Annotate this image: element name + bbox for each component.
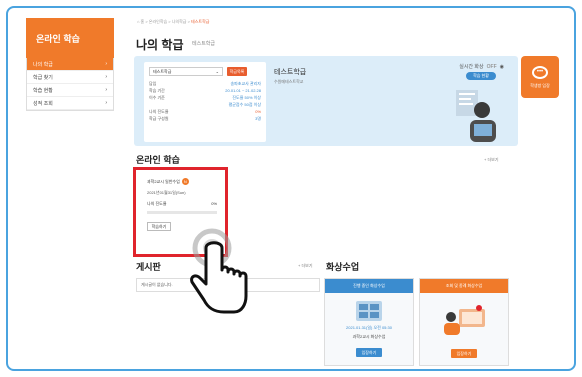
student-room-button[interactable]: ••• 학생방 입장 — [521, 56, 559, 98]
online-learning-title: 온라인 학습 — [136, 155, 180, 165]
plus-icon: + — [484, 157, 487, 162]
sidebar-item-find-class[interactable]: 학급 찾기 › — [27, 71, 113, 84]
toggle-off-icon: ◉ — [499, 63, 504, 70]
breadcrumb-item[interactable]: 온라인학습 — [149, 19, 167, 24]
sidebar-menu: 나의 학급 › 학급 찾기 › 학습 현황 › 성적 조회 › — [26, 58, 114, 111]
plus-icon: + — [298, 263, 301, 268]
video-teacher-illustration — [444, 305, 485, 335]
info-row: 평균점수 50점 이상 — [149, 101, 261, 108]
page-subtitle: 테스트학급 — [192, 41, 216, 47]
progress-label: 나의 진도율 — [147, 201, 167, 206]
info-value: 송파초교사 관리자 — [230, 80, 261, 86]
sidebar-item-progress[interactable]: 학습 현황 › — [27, 84, 113, 97]
learning-status-button[interactable]: 학습 현황 — [466, 72, 496, 80]
info-key: 학급 구성원 — [149, 115, 169, 121]
breadcrumb-home[interactable]: ⌂ 홈 — [137, 19, 144, 24]
realtime-toggle[interactable]: 실시간 화상 OFF ◉ — [459, 63, 504, 71]
school-name: 수원메테스트학교 — [274, 79, 304, 84]
ongoing-video-card: 진행 중인 화상수업 2021.01.31(일) 오전 05:30 과학2교시 … — [324, 278, 414, 366]
info-row: 담임 송파초교사 관리자 — [149, 80, 261, 87]
board-more-link[interactable]: + 더보기 — [298, 263, 313, 269]
page-title: 나의 학급 — [136, 38, 184, 52]
realtime-label: 실시간 화상 — [459, 64, 484, 70]
info-row: 학습 기간 20.01.01 ~ 21.02.28 — [149, 87, 261, 94]
teacher-illustration — [456, 90, 496, 142]
chat-icon: ••• — [532, 65, 548, 79]
course-title-text: 과학2교시 일반수업 — [147, 178, 180, 184]
info-key: 학습 기간 — [149, 87, 165, 93]
sidebar-item-label: 학급 찾기 — [33, 74, 53, 81]
chevron-right-icon: › — [105, 87, 107, 93]
progress-bar — [147, 211, 217, 214]
sidebar-item-label: 나의 학급 — [33, 61, 53, 68]
sidebar-title: 온라인 학습 — [26, 18, 114, 58]
online-more-link[interactable]: + 더보기 — [484, 157, 499, 163]
pointer-hand-icon — [190, 228, 248, 314]
video-grid-icon — [356, 301, 382, 321]
course-progress-row: 나의 진도율 0% — [147, 201, 217, 207]
ongoing-video-header: 진행 중인 화상수업 — [325, 279, 413, 293]
class-info-card: 테스트학급 ⌄ 학급목록 담임 송파초교사 관리자 학습 기간 20.01.01 ~… — [144, 62, 266, 142]
class-name: 테스트학급 — [274, 69, 307, 76]
class-info-panel: 테스트학급 ⌄ 학급목록 담임 송파초교사 관리자 학습 기간 20.01.01 ~… — [134, 56, 518, 146]
ongoing-video-time: 2021.01.31(일) 오전 05:30 — [346, 325, 392, 330]
class-select-value: 테스트학급 — [153, 68, 172, 74]
board-title: 게시판 — [136, 262, 161, 272]
chevron-right-icon: › — [105, 61, 107, 67]
student-room-label: 학생방 입장 — [530, 82, 550, 88]
ongoing-video-name: 과학2교시 화상수업 — [352, 334, 386, 339]
sidebar-item-my-class[interactable]: 나의 학급 › — [27, 58, 113, 71]
chevron-right-icon: › — [105, 74, 107, 80]
progress-value: 0% — [211, 201, 217, 206]
course-date: 2021년01월31일(Sun) — [147, 190, 186, 195]
chevron-right-icon: › — [105, 100, 107, 106]
sidebar-item-label: 학습 현황 — [33, 87, 53, 94]
info-key: 이수 기준 — [149, 94, 165, 100]
class-select[interactable]: 테스트학급 ⌄ — [149, 67, 223, 76]
course-card-title[interactable]: 과학2교시 일반수업 N — [147, 178, 189, 185]
info-value: 진도율 50% 이상 — [232, 94, 261, 100]
new-badge: N — [181, 178, 189, 185]
sidebar-item-grades[interactable]: 성적 조회 › — [27, 97, 113, 110]
join-ongoing-button[interactable]: 입장하기 — [356, 348, 382, 357]
video-class-title: 화상수업 — [326, 262, 360, 272]
info-row: 이수 기준 진도율 50% 이상 — [149, 94, 261, 101]
breadcrumb-current: 테스트학급 — [191, 19, 210, 24]
info-row: 나의 진도율 0% — [149, 108, 261, 115]
info-value: 0% — [255, 109, 261, 114]
realtime-state: OFF — [486, 63, 497, 70]
more-label: 더보기 — [487, 157, 499, 162]
info-value: 평균점수 50점 이상 — [228, 101, 261, 107]
sidebar: 온라인 학습 나의 학급 › 학급 찾기 › 학습 현황 › 성적 조회 › — [26, 18, 114, 128]
info-value: 3명 — [255, 115, 261, 121]
breadcrumb-item[interactable]: 나의학급 — [172, 19, 187, 24]
info-key: 나의 진도율 — [149, 108, 169, 114]
chevron-down-icon: ⌄ — [215, 69, 219, 74]
info-row: 학급 구성원 3명 — [149, 115, 261, 122]
info-value: 20.01.01 ~ 21.02.28 — [225, 88, 261, 93]
scheduled-video-card: 조회 및 종례 화상수업 입장하기 — [419, 278, 509, 366]
breadcrumb: ⌂ 홈 > 온라인학습 > 나의학급 > 테스트학급 — [137, 19, 210, 24]
class-list-button[interactable]: 학급목록 — [227, 67, 247, 76]
join-scheduled-button[interactable]: 입장하기 — [451, 349, 477, 358]
sidebar-item-label: 성적 조회 — [33, 100, 53, 107]
scheduled-video-header: 조회 및 종례 화상수업 — [420, 279, 508, 293]
start-learning-button[interactable]: 학습하기 — [147, 222, 171, 231]
more-label: 더보기 — [301, 263, 313, 268]
info-key: 담임 — [149, 80, 157, 86]
